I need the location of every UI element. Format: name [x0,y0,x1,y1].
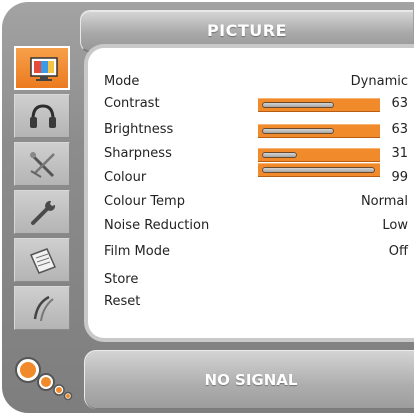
tab-features[interactable] [14,142,70,186]
sidebar [14,46,72,336]
document-icon [29,248,57,274]
contrast-slider-fill [262,102,334,108]
tools-icon [30,152,55,178]
reset-label: Reset [104,294,141,309]
colour-value: 99 [391,170,408,185]
sharpness-row[interactable]: Sharpness 31 [104,143,414,165]
brightness-slider[interactable] [258,124,380,138]
noise-reduction-label: Noise Reduction [104,218,210,233]
colour-slider[interactable] [258,163,380,177]
tab-install[interactable] [14,190,70,234]
tab-source[interactable] [14,238,70,282]
film-mode-label: Film Mode [104,244,170,259]
colour-temp-label: Colour Temp [104,194,185,209]
contrast-label: Contrast [104,96,160,111]
reset-row[interactable]: Reset [104,291,414,313]
status-panel: NO SIGNAL [84,350,414,409]
sharpness-slider-fill [262,152,297,158]
colour-row[interactable]: Colour 99 [104,163,414,189]
mode-label: Mode [104,74,140,89]
settings-panel: Mode Dynamic Contrast 63 Brightness 63 S… [84,44,414,342]
colour-label: Colour [104,170,147,185]
colour-temp-value: Normal [360,194,408,209]
brightness-row[interactable]: Brightness 63 [104,119,414,141]
store-label: Store [104,272,139,287]
film-mode-value: Off [388,244,408,259]
tab-picture[interactable] [14,46,70,90]
picture-icon [30,57,58,81]
brightness-value: 63 [391,122,408,137]
feather-icon [33,295,54,322]
tab-other[interactable] [14,286,70,330]
colour-slider-fill [262,167,375,173]
status-text: NO SIGNAL [204,371,298,389]
sharpness-slider[interactable] [258,148,380,162]
mode-row[interactable]: Mode Dynamic [104,71,414,93]
film-mode-row[interactable]: Film Mode Off [104,241,414,263]
colour-temp-row[interactable]: Colour Temp Normal [104,191,414,213]
wrench-icon [31,200,56,225]
contrast-slider[interactable] [258,98,380,112]
contrast-value: 63 [391,96,408,111]
osd-menu: PICTURE Mode Dynamic Contrast 63 Brightn… [2,2,414,413]
brightness-label: Brightness [104,122,174,137]
brightness-slider-fill [262,128,334,134]
sharpness-label: Sharpness [104,146,172,161]
noise-reduction-row[interactable]: Noise Reduction Low [104,215,414,237]
contrast-row[interactable]: Contrast 63 [104,93,414,115]
noise-reduction-value: Low [382,218,408,233]
sharpness-value: 31 [391,146,408,161]
mode-value: Dynamic [350,74,408,89]
headphones-icon [30,104,56,128]
brand-logo [15,357,73,401]
store-row[interactable]: Store [104,269,414,291]
tab-sound[interactable] [14,94,70,138]
